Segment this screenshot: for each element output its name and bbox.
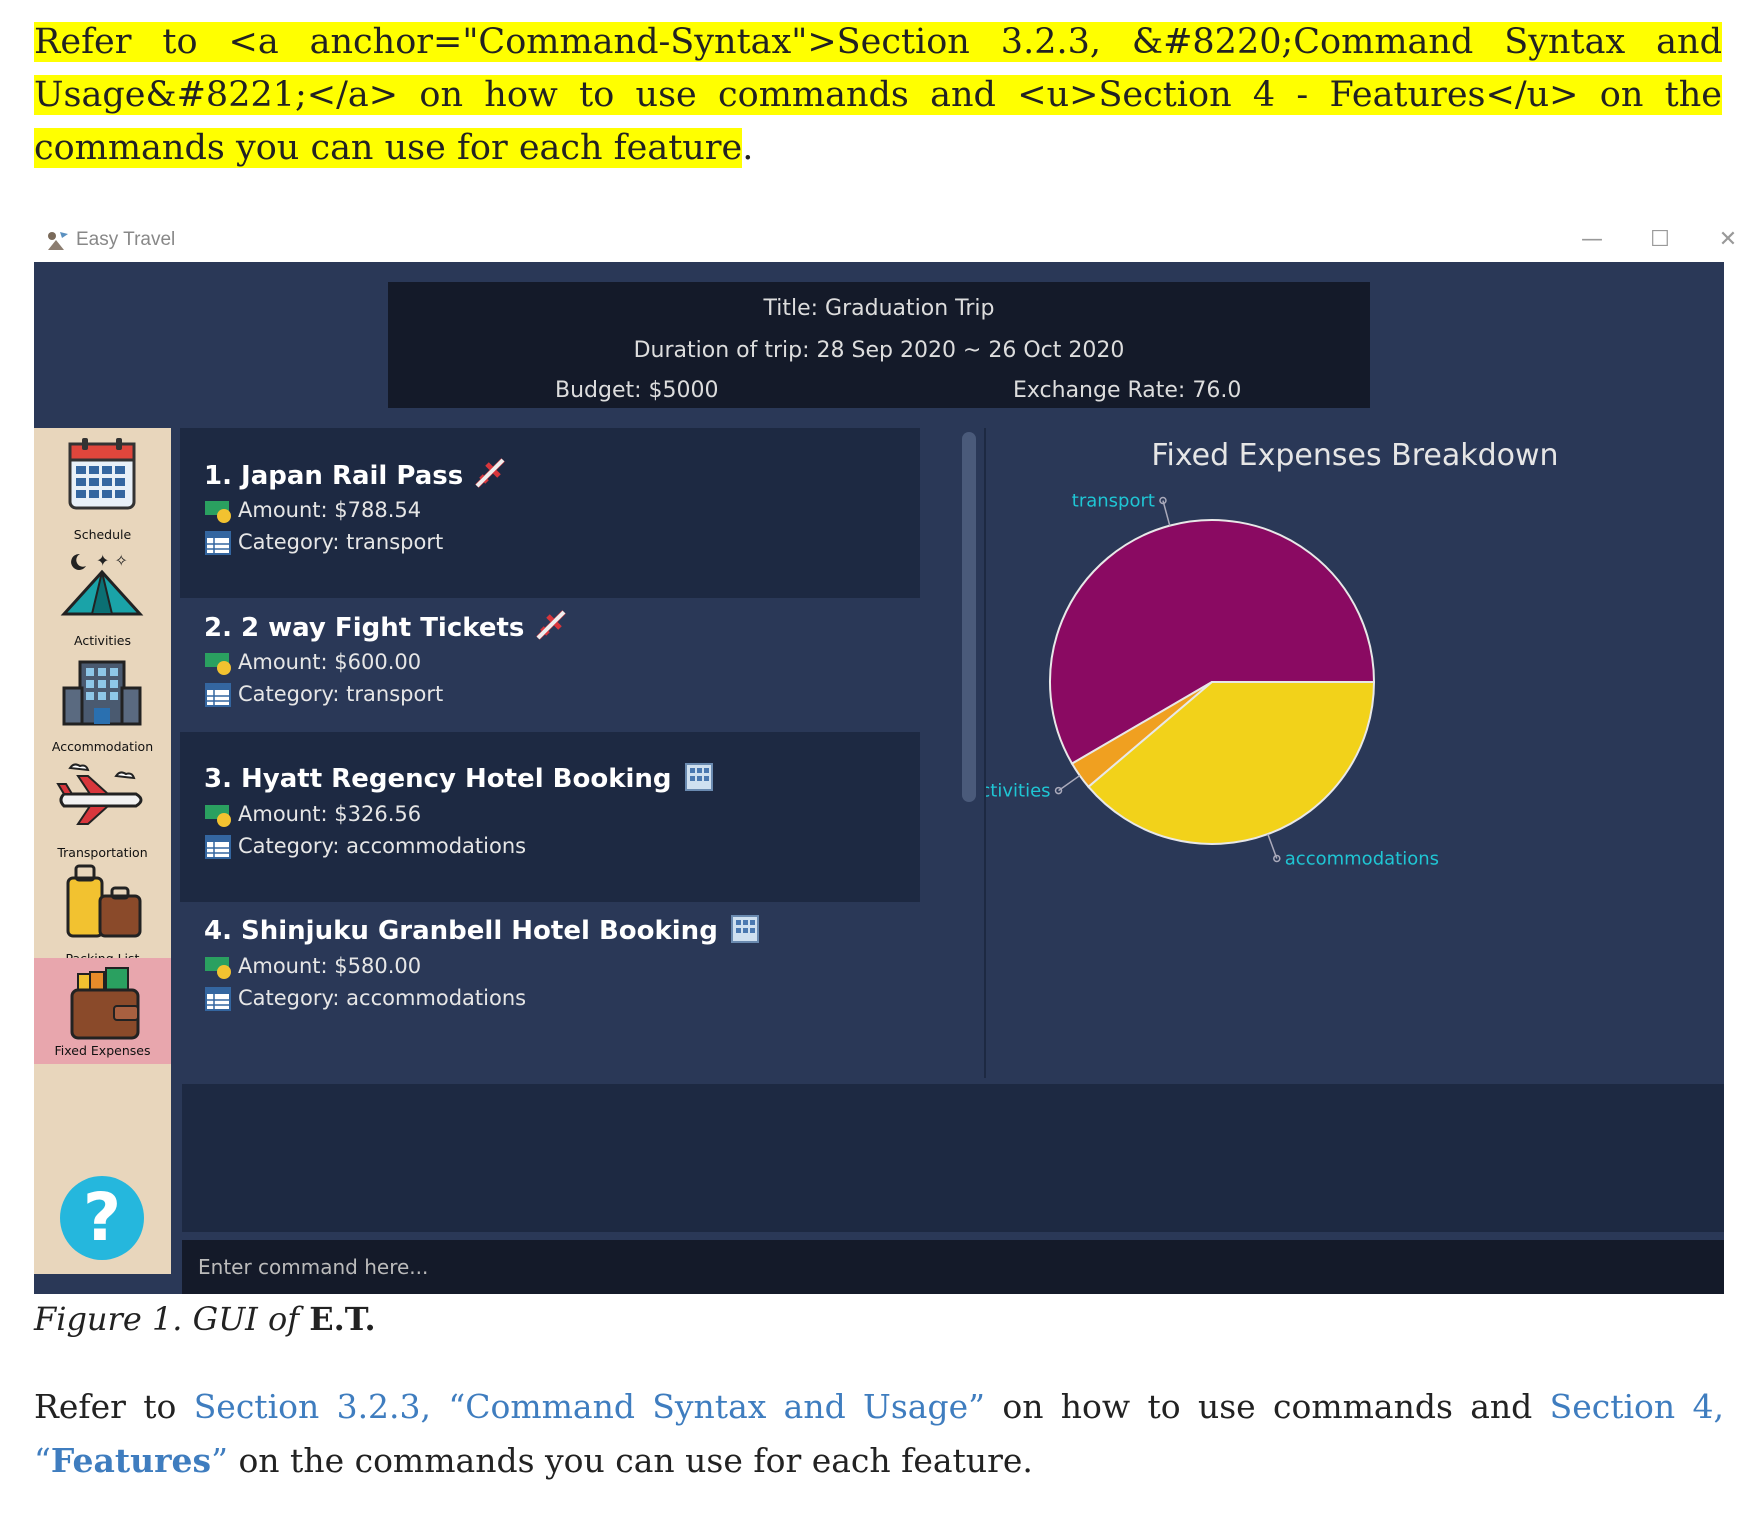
luggage-icon: [66, 864, 142, 938]
para-text-3: on the commands you can use for each fea…: [227, 1441, 1033, 1480]
chart-title: Fixed Expenses Breakdown: [1151, 438, 1559, 473]
expense-name-row: 3. Hyatt Regency Hotel Booking: [204, 760, 716, 799]
category-table-icon: [205, 835, 231, 859]
pie-label-line-accommodations: [1267, 833, 1278, 859]
features-link-part-3: ”: [211, 1441, 228, 1480]
money-icon: [205, 805, 231, 827]
app-window: Title: Graduation Trip Duration of trip:…: [34, 262, 1724, 1294]
pie-label-line-transport: [1162, 500, 1171, 526]
trip-duration: Duration of trip: 28 Sep 2020 ~ 26 Oct 2…: [633, 338, 1125, 363]
app-logo-icon: [48, 232, 68, 250]
command-input[interactable]: [182, 1240, 1724, 1294]
airplane-emoji-icon: [534, 608, 568, 649]
para-text-2: on how to use commands and: [985, 1387, 1550, 1426]
sidebar-item-schedule[interactable]: Schedule: [34, 428, 171, 548]
expense-category: Category: accommodations: [238, 834, 527, 858]
airplane-icon: [56, 763, 143, 825]
pie-label-dot-activities: [1054, 786, 1063, 795]
tent-icon: ✦ ✧: [60, 551, 144, 616]
expense-amount: Amount: $580.00: [238, 954, 422, 978]
sidebar-item-activities[interactable]: ✦ ✧ Activities: [34, 534, 171, 654]
list-scrollbar[interactable]: [962, 432, 976, 802]
expense-amount: Amount: $600.00: [238, 650, 422, 674]
building-icon: [62, 660, 142, 726]
pie-label-line-activities: [1058, 774, 1081, 792]
exchange-rate: Exchange Rate: 76.0: [1013, 378, 1242, 403]
money-icon: [205, 501, 231, 523]
expense-category-row: Category: accommodations: [204, 986, 526, 1012]
expense-amount-row: Amount: $580.00: [204, 954, 421, 980]
expense-name: 3. Hyatt Regency Hotel Booking: [204, 764, 672, 794]
category-table-icon: [205, 987, 231, 1011]
reference-paragraph: Refer to Section 3.2.3, “Command Syntax …: [34, 1380, 1724, 1488]
para-text-1: Refer to: [34, 1387, 194, 1426]
help-button[interactable]: ?: [60, 1176, 144, 1260]
expense-amount-row: Amount: $326.56: [204, 802, 421, 828]
sidebar-item-fixed-expenses[interactable]: Fixed Expenses: [34, 958, 171, 1064]
hotel-emoji-icon: [728, 912, 762, 951]
expense-amount-row: Amount: $600.00: [204, 650, 421, 676]
pie-label-activities: activities: [986, 781, 1051, 802]
expense-category: Category: transport: [238, 530, 444, 554]
expense-category-row: Category: transport: [204, 682, 443, 708]
category-table-icon: [205, 531, 231, 555]
expense-amount-row: Amount: $788.54: [204, 498, 421, 524]
paragraph-period: .: [742, 128, 754, 168]
features-link-bold: Features: [50, 1441, 212, 1480]
pie-label-accommodations: accommodations: [1285, 848, 1439, 869]
window-titlebar: Easy Travel — ☐ ✕: [34, 218, 1737, 262]
expense-name: 1. Japan Rail Pass: [204, 461, 464, 491]
close-button[interactable]: ✕: [1708, 224, 1748, 256]
expense-card[interactable]: 2. 2 way Fight Tickets Amount: $600.00 C…: [180, 580, 920, 750]
trip-title: Title: Graduation Trip: [763, 296, 995, 321]
pie-chart: transport activities accommodations: [986, 491, 1439, 870]
wallet-icon: [70, 967, 140, 1040]
sidebar-label-fixed-expenses: Fixed Expenses: [54, 1043, 151, 1058]
money-icon: [205, 957, 231, 979]
trip-header: Title: Graduation Trip Duration of trip:…: [388, 282, 1370, 408]
expense-name: 2. 2 way Fight Tickets: [204, 613, 525, 643]
expense-list: 1. Japan Rail Pass Amount: $788.54 Categ…: [180, 428, 954, 1078]
money-icon: [205, 653, 231, 675]
highlighted-paragraph: Refer to <a anchor="Command-Syntax">Sect…: [34, 16, 1722, 175]
minimize-button[interactable]: —: [1572, 224, 1612, 256]
airplane-emoji-icon: [473, 456, 507, 497]
sidebar-item-accommodation[interactable]: Accommodation: [34, 640, 171, 760]
expense-category-row: Category: accommodations: [204, 834, 526, 860]
highlighted-text: Refer to <a anchor="Command-Syntax">Sect…: [34, 22, 1722, 168]
expense-name-row: 1. Japan Rail Pass: [204, 456, 507, 497]
expense-card[interactable]: 1. Japan Rail Pass Amount: $788.54 Categ…: [180, 428, 920, 598]
expense-name: 4. Shinjuku Granbell Hotel Booking: [204, 916, 718, 946]
svg-text:✦ ✧: ✦ ✧: [96, 551, 128, 570]
result-display: [182, 1084, 1724, 1232]
expense-card[interactable]: 4. Shinjuku Granbell Hotel Booking Amoun…: [180, 884, 920, 1054]
figure-caption: Figure 1. GUI of E.T.: [34, 1300, 376, 1338]
sidebar-item-packing-list[interactable]: Packing List: [34, 852, 171, 972]
expense-name-row: 4. Shinjuku Granbell Hotel Booking: [204, 912, 762, 951]
sidebar: Schedule ✦ ✧ Activities Accommodation Tr…: [34, 428, 171, 1274]
expense-amount: Amount: $326.56: [238, 802, 422, 826]
expense-name-row: 2. 2 way Fight Tickets: [204, 608, 568, 649]
calendar-icon: [68, 438, 136, 510]
hotel-emoji-icon: [682, 760, 716, 799]
expense-category: Category: transport: [238, 682, 444, 706]
category-table-icon: [205, 683, 231, 707]
expense-card[interactable]: 3. Hyatt Regency Hotel Booking Amount: $…: [180, 732, 920, 902]
trip-budget: Budget: $5000: [555, 378, 719, 403]
command-box[interactable]: [182, 1240, 1724, 1294]
maximize-button[interactable]: ☐: [1640, 224, 1680, 256]
expense-category: Category: accommodations: [238, 986, 527, 1010]
sidebar-item-transportation[interactable]: Transportation: [34, 746, 171, 866]
expense-category-row: Category: transport: [204, 530, 443, 556]
pie-label-transport: transport: [1072, 491, 1155, 512]
caption-bold: E.T.: [309, 1300, 376, 1338]
command-syntax-link[interactable]: Section 3.2.3, “Command Syntax and Usage…: [194, 1387, 985, 1426]
expense-amount: Amount: $788.54: [238, 498, 422, 522]
window-title: Easy Travel: [76, 229, 176, 250]
caption-prefix: Figure 1. GUI of: [34, 1300, 310, 1338]
